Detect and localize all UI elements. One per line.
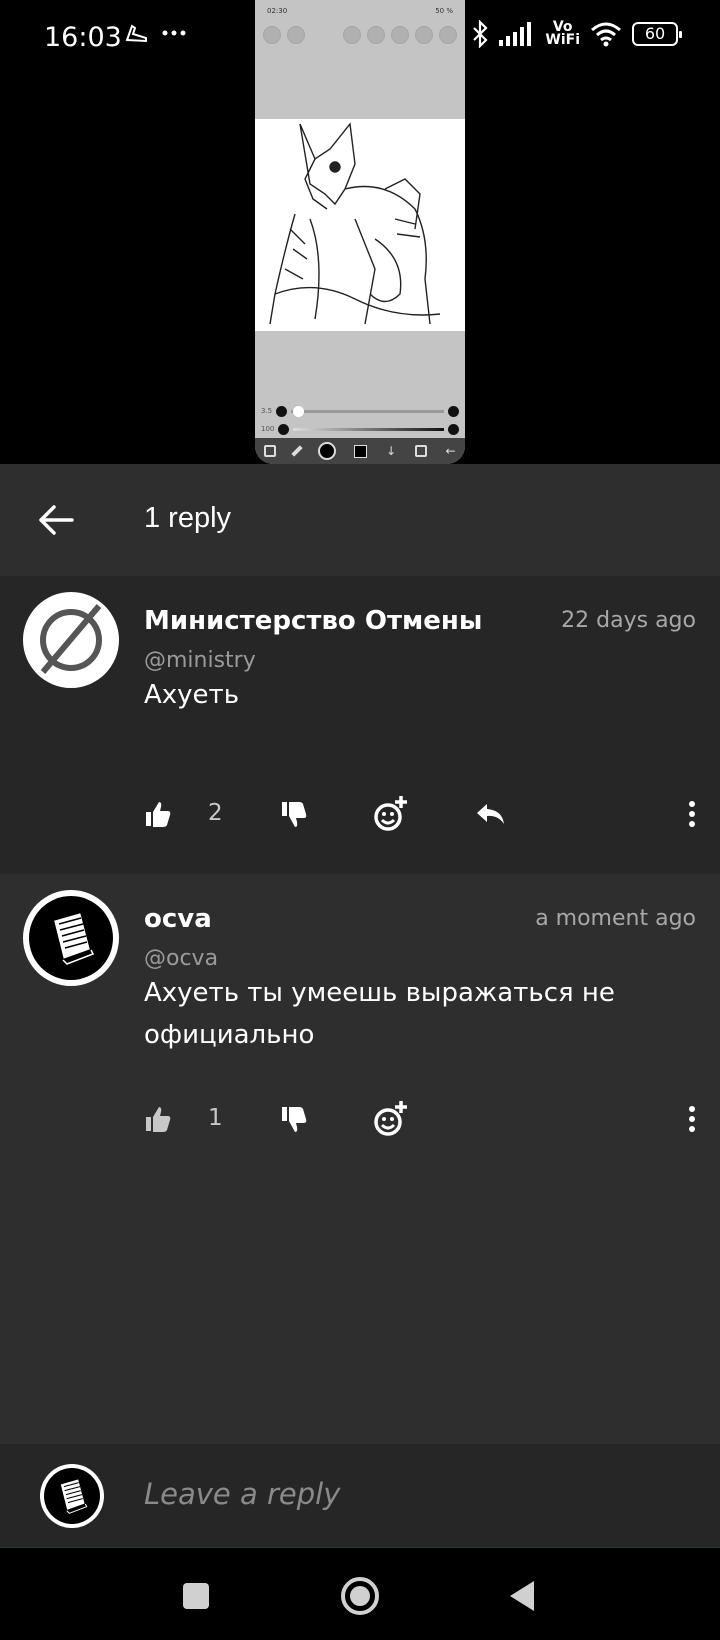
inner-battery: 50 % (435, 7, 453, 15)
home-button[interactable] (340, 1576, 380, 1616)
thumbs-down-icon[interactable] (280, 1099, 308, 1139)
brush-icon (291, 445, 303, 457)
current-user-avatar (40, 1464, 104, 1528)
back-nav-button[interactable] (504, 1576, 544, 1616)
size-value: 3.5 (261, 407, 273, 415)
empty-set-icon (40, 604, 102, 674)
back-button[interactable] (36, 500, 76, 540)
avatar[interactable] (23, 890, 119, 986)
comment-item: ocva a moment ago @ocva Ахуеть ты умеешь… (0, 874, 720, 1444)
reply-bar (0, 1444, 720, 1548)
media-preview[interactable]: 02:30 50 % 3.5 100 ↓ ← (0, 0, 720, 464)
system-nav-bar (0, 1548, 720, 1640)
like-count: 1 (208, 1105, 223, 1131)
thumbs-down-icon[interactable] (280, 794, 308, 834)
comment-actions: 2 (144, 794, 704, 834)
comment-handle[interactable]: @ocva (144, 946, 218, 971)
inner-bottom-toolbar: ↓ ← (255, 438, 465, 464)
comment-time: a moment ago (535, 906, 696, 931)
avatar[interactable] (23, 592, 119, 688)
comment-text: Ахуеть ты умеешь выражаться не официальн… (144, 978, 615, 1050)
comment-text: Ахуеть (144, 680, 240, 710)
more-options-icon[interactable] (680, 794, 704, 834)
add-reaction-icon[interactable] (372, 1099, 408, 1139)
lasso-icon (391, 26, 409, 44)
transform-icon (264, 445, 277, 457)
inner-toolbar (255, 22, 465, 48)
undo-icon (263, 26, 281, 44)
book-icon (44, 1468, 100, 1524)
page-title: 1 reply (144, 502, 232, 534)
redo-icon (287, 26, 305, 44)
layers-icon (414, 445, 427, 457)
comment-item: Министерство Отмены 22 days ago @ministr… (0, 576, 720, 874)
thumbs-up-icon[interactable] (144, 1099, 172, 1139)
grid-icon (367, 26, 385, 44)
inner-time: 02:30 (267, 7, 288, 15)
reply-input[interactable] (144, 1472, 684, 1516)
comment-actions: 1 (144, 1099, 704, 1139)
comment-time: 22 days ago (561, 608, 696, 633)
wolf-sketch-image (269, 122, 441, 325)
comment-author[interactable]: ocva (144, 904, 212, 934)
more-options-icon[interactable] (680, 1099, 704, 1139)
replies-header: 1 reply (0, 464, 720, 576)
image-icon (439, 26, 457, 44)
add-reaction-icon[interactable] (372, 794, 408, 834)
comment-author[interactable]: Министерство Отмены (144, 606, 482, 636)
book-icon (29, 896, 113, 980)
recents-button[interactable] (176, 1576, 216, 1616)
opacity-value: 100 (261, 425, 275, 433)
inner-status-bar: 02:30 50 % (255, 0, 465, 22)
camera-icon (343, 26, 361, 44)
pen-icon (415, 26, 433, 44)
down-arrow-icon: ↓ (386, 444, 397, 458)
back-arrow-icon: ← (445, 444, 456, 458)
thumbs-up-icon[interactable] (144, 794, 172, 834)
reply-icon[interactable] (474, 794, 506, 834)
swatch-icon (354, 444, 368, 458)
drawing-canvas (255, 119, 465, 331)
shared-screenshot[interactable]: 02:30 50 % 3.5 100 ↓ ← (255, 0, 465, 464)
comment-handle[interactable]: @ministry (144, 648, 256, 673)
color-icon (317, 442, 336, 460)
like-count: 2 (208, 800, 223, 826)
inner-sliders: 3.5 100 (255, 402, 465, 438)
